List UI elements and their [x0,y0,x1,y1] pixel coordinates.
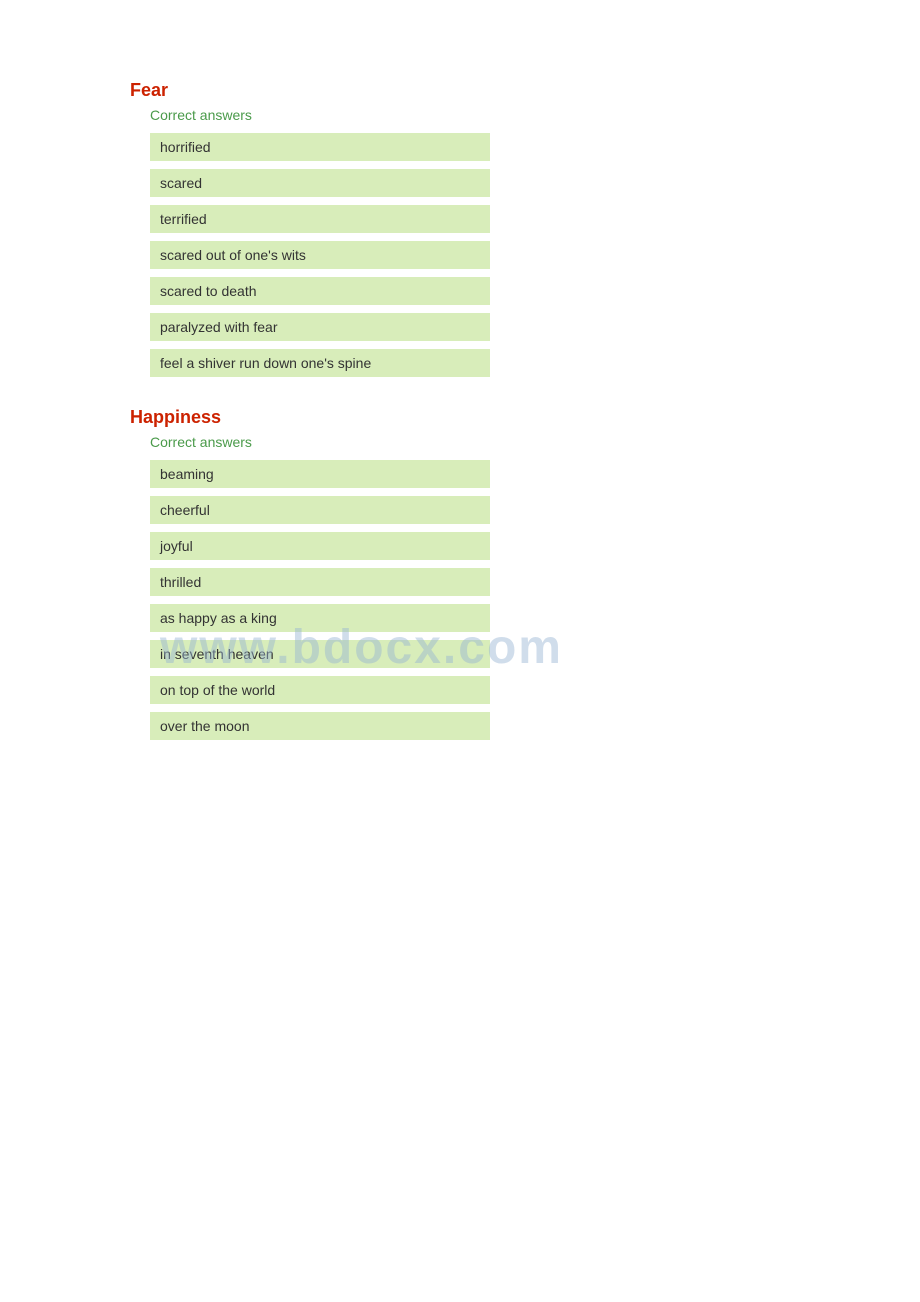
answer-item: scared [150,169,490,197]
answer-item: scared out of one's wits [150,241,490,269]
section-title-fear: Fear [130,80,920,101]
answer-item: horrified [150,133,490,161]
answer-item: cheerful [150,496,490,524]
answer-item: on top of the world [150,676,490,704]
page-content: Fear Correct answers horrified scared terrif… [0,0,920,830]
answer-item: thrilled [150,568,490,596]
answer-item: joyful [150,532,490,560]
answer-item: paralyzed with fear [150,313,490,341]
answer-item: over the moon [150,712,490,740]
answer-item: as happy as a king [150,604,490,632]
answer-item: scared to death [150,277,490,305]
answer-item: in seventh heaven [150,640,490,668]
answers-list-happiness: beaming cheerful joyful thrilled as happy as… [150,460,920,740]
section-fear: Fear Correct answers horrified scared terrif… [130,80,920,377]
answer-item: terrified [150,205,490,233]
section-happiness: Happiness Correct answers beaming cheerful j… [130,407,920,740]
correct-answers-label-happiness: Correct answers [150,434,920,450]
answers-list-fear: horrified scared terrified scared out of on… [150,133,920,377]
answer-item: beaming [150,460,490,488]
section-title-happiness: Happiness [130,407,920,428]
correct-answers-label-fear: Correct answers [150,107,920,123]
answer-item: feel a shiver run down one's spine [150,349,490,377]
